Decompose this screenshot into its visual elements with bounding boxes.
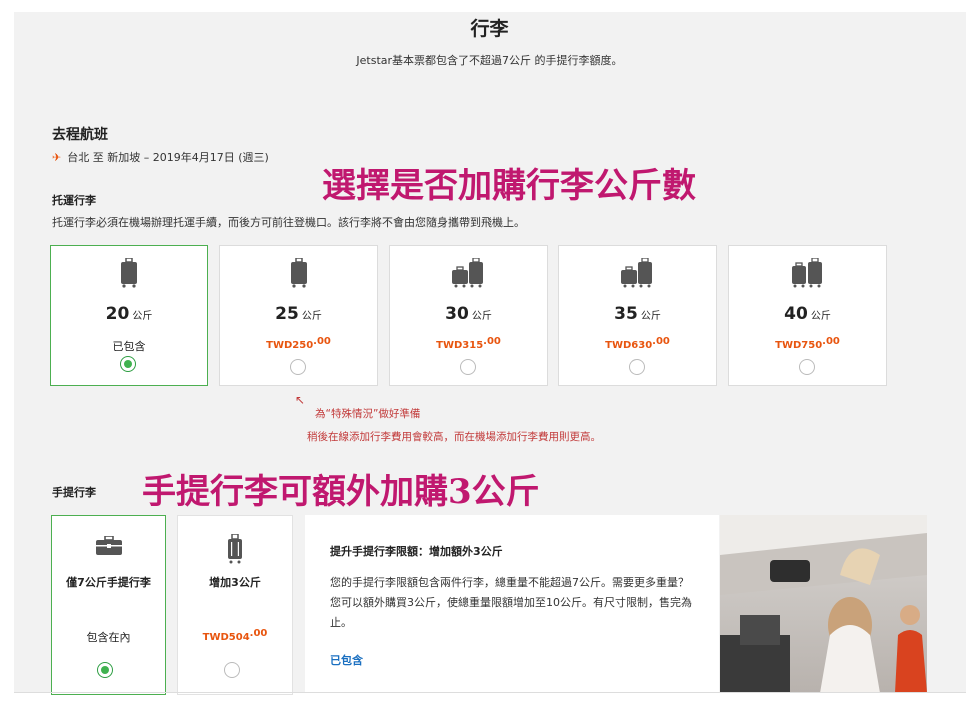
- checked-baggage-heading: 托運行李: [52, 194, 96, 207]
- luggage-pair-icon: [729, 257, 886, 292]
- radio-40kg[interactable]: [799, 359, 815, 375]
- included-label: 已包含: [112, 340, 146, 353]
- route-info: ✈ 台北 至 新加坡 – 2019年4月17日 (週三): [52, 149, 269, 165]
- weight-value: 40: [784, 304, 808, 324]
- extra-weight-label: 增加3公斤: [209, 576, 261, 589]
- page-subtitle: Jetstar基本票都包含了不超過7公斤 的手提行李額度。: [356, 54, 623, 67]
- checked-baggage-description: 托運行李必須在機場辦理托運手續，而後方可前往登機口。該行李將不會由您隨身攜帶到飛…: [52, 216, 525, 229]
- note-line-1: 為“特殊情況”做好準備: [315, 408, 421, 420]
- info-body: 您的手提行李限額包含兩件行李，總重量不能超過7公斤。需要更多重量？ 您可以額外購…: [330, 576, 692, 629]
- baggage-option-20kg[interactable]: 20 公斤 已包含: [50, 245, 208, 386]
- luggage-pair-icon: [390, 257, 547, 292]
- weight-unit: 公斤: [471, 311, 492, 322]
- overlay-caption-checked: 選擇是否加購行李公斤數: [322, 166, 696, 206]
- plane-icon: ✈: [52, 151, 62, 164]
- weight-value: 25: [275, 304, 299, 324]
- weight-unit: 公斤: [301, 311, 322, 322]
- note-arrow-icon: ↖: [295, 393, 306, 407]
- bottom-divider: [14, 692, 966, 693]
- carry-on-option-7kg[interactable]: 僅7公斤手提行李 包含在內: [51, 515, 166, 695]
- luggage-pair-icon: [559, 257, 716, 292]
- note-line-2: 稍後在線添加行李費用會較高，而在機場添加行李費用則更高。: [307, 431, 601, 443]
- price: TWD315.00: [436, 336, 501, 351]
- included-link[interactable]: 已包含: [330, 652, 363, 668]
- weight-value: 35: [614, 304, 638, 324]
- baggage-option-35kg[interactable]: 35 公斤 TWD630.00: [558, 245, 717, 386]
- carry-on-option-extra-3kg[interactable]: 增加3公斤 TWD504.00: [177, 515, 293, 695]
- price: TWD750.00: [775, 336, 840, 351]
- carry-on-info-card: 提升手提行李限額：增加額外3公斤 您的手提行李限額包含兩件行李，總重量不能超過7…: [305, 515, 719, 693]
- weight-unit: 公斤: [132, 311, 153, 322]
- route-text: 台北 至 新加坡 – 2019年4月17日 (週三): [67, 151, 269, 164]
- cabin-photo: [720, 515, 927, 693]
- page-title: 行李: [470, 18, 509, 40]
- weight-unit: 公斤: [810, 311, 831, 322]
- included-label: 包含在內: [86, 631, 131, 644]
- carry-on-label: 僅7公斤手提行李: [66, 576, 151, 589]
- trolley-bag-icon: [178, 533, 292, 568]
- briefcase-icon: [52, 535, 165, 560]
- suitcase-icon: [51, 257, 207, 292]
- radio-carry-on-extra[interactable]: [224, 662, 240, 678]
- price: TWD250.00: [266, 336, 331, 351]
- baggage-option-40kg[interactable]: 40 公斤 TWD750.00: [728, 245, 887, 386]
- radio-35kg[interactable]: [629, 359, 645, 375]
- price: TWD504.00: [202, 628, 268, 643]
- weight-unit: 公斤: [640, 311, 661, 322]
- radio-carry-on-7kg[interactable]: [97, 662, 113, 678]
- baggage-option-25kg[interactable]: 25 公斤 TWD250.00: [219, 245, 378, 386]
- suitcase-icon: [220, 257, 377, 292]
- carry-on-heading: 手提行李: [52, 486, 96, 499]
- weight-value: 20: [105, 304, 130, 324]
- outbound-heading: 去程航班: [52, 127, 108, 143]
- weight-value: 30: [445, 304, 469, 324]
- baggage-option-30kg[interactable]: 30 公斤 TWD315.00: [389, 245, 548, 386]
- info-title: 提升手提行李限額：增加額外3公斤: [330, 545, 503, 558]
- radio-25kg[interactable]: [290, 359, 306, 375]
- price: TWD630.00: [605, 336, 670, 351]
- overlay-caption-carry-on: 手提行李可額外加購3公斤: [142, 472, 540, 512]
- radio-20kg[interactable]: [120, 356, 136, 372]
- radio-30kg[interactable]: [460, 359, 476, 375]
